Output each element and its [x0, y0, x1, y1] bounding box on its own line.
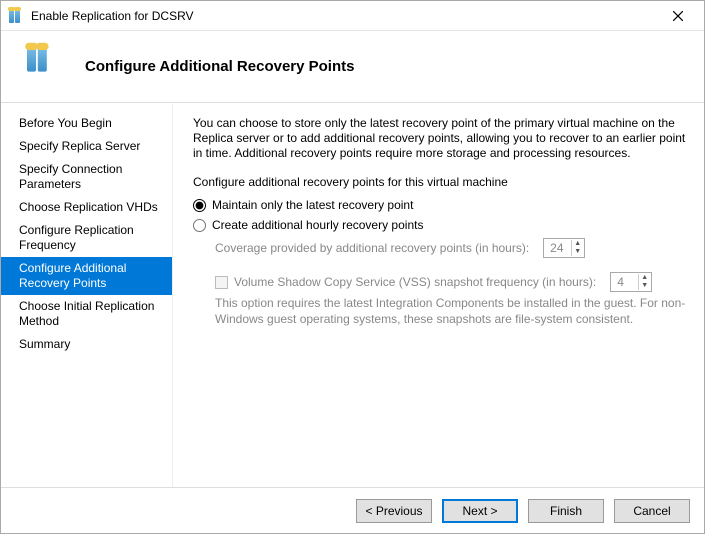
vss-row: Volume Shadow Copy Service (VSS) snapsho… — [215, 272, 686, 292]
sidebar-item-label: Specify Replica Server — [19, 139, 140, 153]
button-label: Cancel — [633, 504, 670, 518]
radio-group: Maintain only the latest recovery point … — [193, 198, 686, 232]
sidebar-item-label: Specify Connection Parameters — [19, 162, 122, 191]
coverage-label: Coverage provided by additional recovery… — [215, 241, 529, 255]
radio-latest-only-label: Maintain only the latest recovery point — [212, 198, 413, 212]
vss-hint: This option requires the latest Integrat… — [215, 296, 686, 327]
sidebar-item-specify-connection-parameters[interactable]: Specify Connection Parameters — [1, 158, 172, 196]
wizard-icon — [27, 52, 57, 82]
previous-button[interactable]: < Previous — [356, 499, 432, 523]
header-band: Configure Additional Recovery Points — [1, 31, 704, 103]
sidebar-item-before-you-begin[interactable]: Before You Begin — [1, 112, 172, 135]
spinner-arrows[interactable]: ▲▼ — [638, 274, 650, 290]
cancel-button[interactable]: Cancel — [614, 499, 690, 523]
close-icon — [673, 11, 683, 21]
vss-label: Volume Shadow Copy Service (VSS) snapsho… — [234, 275, 596, 289]
radio-option-additional-hourly[interactable]: Create additional hourly recovery points — [193, 218, 686, 232]
sidebar-item-label: Choose Initial Replication Method — [19, 299, 154, 328]
sidebar-item-specify-replica-server[interactable]: Specify Replica Server — [1, 135, 172, 158]
sidebar-item-label: Summary — [19, 337, 70, 351]
button-label: Finish — [550, 504, 582, 518]
coverage-spinner[interactable]: 24 ▲▼ — [543, 238, 585, 258]
window-title: Enable Replication for DCSRV — [31, 9, 658, 23]
button-bar: < Previous Next > Finish Cancel — [1, 487, 704, 533]
wizard-sidebar: Before You Begin Specify Replica Server … — [1, 104, 173, 487]
prompt-text: Configure additional recovery points for… — [193, 175, 686, 190]
sidebar-item-choose-initial-replication-method[interactable]: Choose Initial Replication Method — [1, 295, 172, 333]
sidebar-item-configure-additional-recovery-points[interactable]: Configure Additional Recovery Points — [1, 257, 172, 295]
close-button[interactable] — [658, 2, 698, 30]
vss-value: 4 — [617, 275, 624, 289]
vss-checkbox[interactable] — [215, 276, 228, 289]
sidebar-item-configure-replication-frequency[interactable]: Configure Replication Frequency — [1, 219, 172, 257]
sidebar-item-label: Configure Additional Recovery Points — [19, 261, 126, 290]
radio-additional-hourly-label: Create additional hourly recovery points — [212, 218, 423, 232]
titlebar: Enable Replication for DCSRV — [1, 1, 704, 31]
radio-latest-only-input[interactable] — [193, 199, 206, 212]
page-title: Configure Additional Recovery Points — [85, 58, 354, 75]
app-icon — [9, 8, 25, 24]
spinner-arrows[interactable]: ▲▼ — [571, 240, 583, 256]
button-label: < Previous — [365, 504, 422, 518]
body-area: Before You Begin Specify Replica Server … — [1, 104, 704, 487]
sidebar-item-label: Configure Replication Frequency — [19, 223, 134, 252]
additional-options-block: Coverage provided by additional recovery… — [215, 238, 686, 327]
sidebar-item-summary[interactable]: Summary — [1, 333, 172, 356]
sidebar-item-label: Choose Replication VHDs — [19, 200, 158, 214]
content-panel: You can choose to store only the latest … — [173, 104, 704, 487]
sidebar-item-choose-replication-vhds[interactable]: Choose Replication VHDs — [1, 196, 172, 219]
radio-additional-hourly-input[interactable] — [193, 219, 206, 232]
intro-text: You can choose to store only the latest … — [193, 116, 686, 161]
radio-option-latest-only[interactable]: Maintain only the latest recovery point — [193, 198, 686, 212]
finish-button[interactable]: Finish — [528, 499, 604, 523]
vss-spinner[interactable]: 4 ▲▼ — [610, 272, 652, 292]
button-label: Next > — [462, 504, 497, 518]
coverage-row: Coverage provided by additional recovery… — [215, 238, 686, 258]
next-button[interactable]: Next > — [442, 499, 518, 523]
sidebar-item-label: Before You Begin — [19, 116, 112, 130]
coverage-value: 24 — [550, 241, 563, 255]
